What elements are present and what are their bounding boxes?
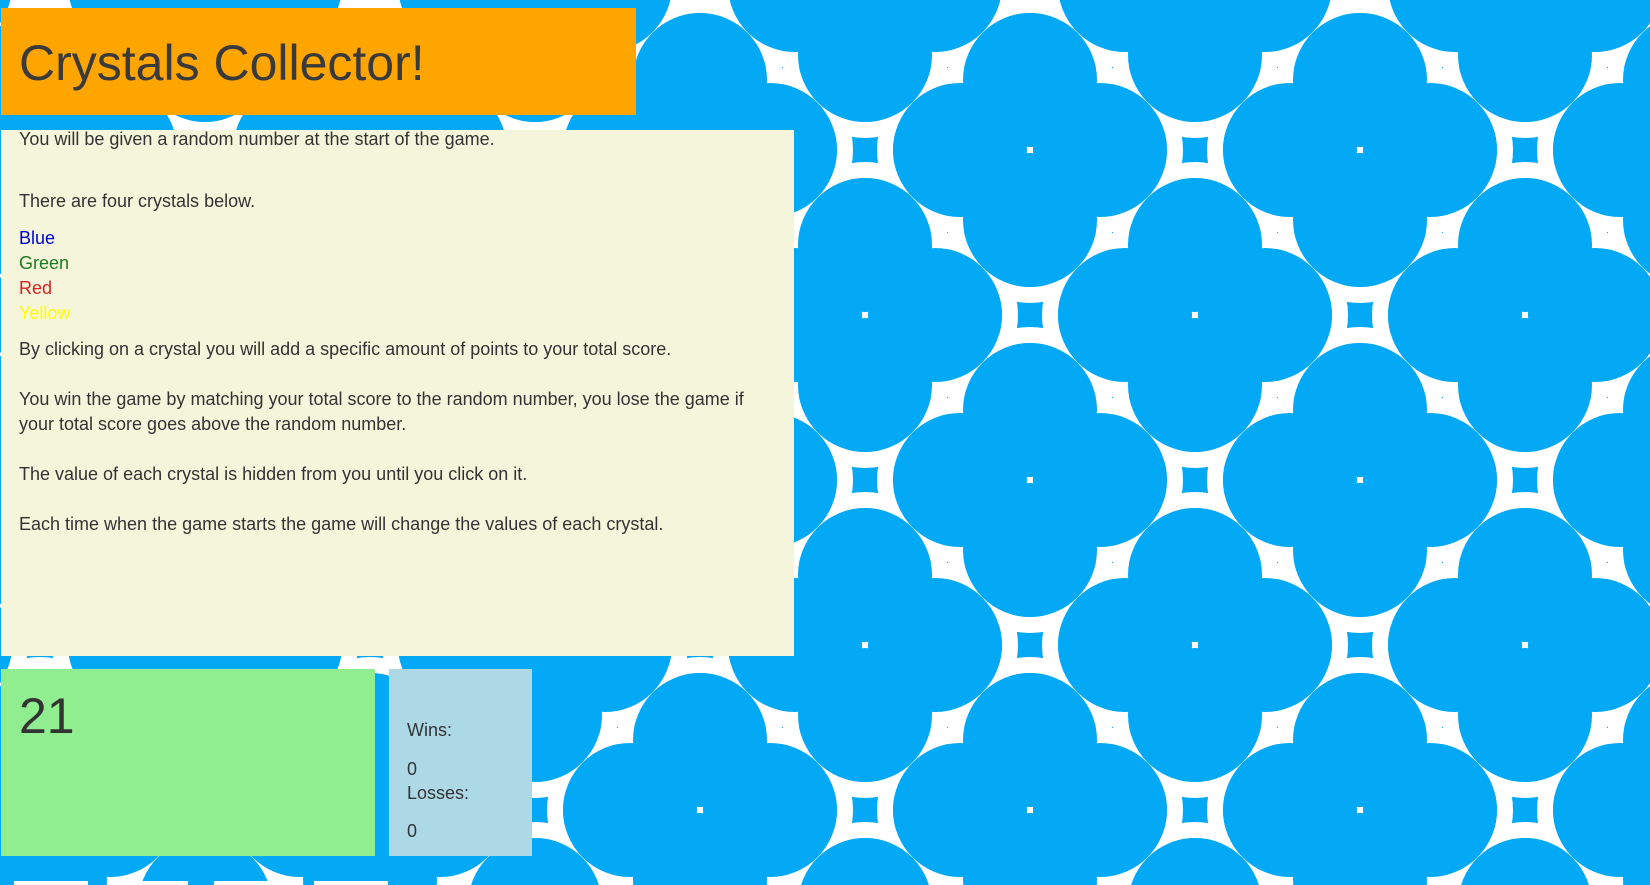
- rule-hidden-value: The value of each crystal is hidden from…: [19, 464, 528, 484]
- wins-value: 0: [407, 759, 418, 779]
- instructions-intro: You will be given a random number at the…: [19, 129, 495, 149]
- wins-label: Wins:: [407, 720, 452, 740]
- crystal-button-3[interactable]: [214, 881, 288, 885]
- target-number: 21: [19, 688, 75, 744]
- crystal-button-1[interactable]: [14, 881, 88, 885]
- crystal-color-list: Blue Green Red Yellow: [19, 226, 776, 326]
- instructions-panel: You will be given a random number at the…: [1, 129, 794, 656]
- crystal-button-4[interactable]: [314, 881, 388, 885]
- game-title: Crystals Collector!: [19, 35, 425, 91]
- instructions-four-crystals: There are four crystals below.: [19, 191, 256, 211]
- color-green-label: Green: [19, 253, 70, 273]
- target-number-box: 21: [1, 669, 375, 856]
- title-banner: Crystals Collector!: [1, 8, 636, 115]
- color-yellow-label: Yellow: [19, 303, 71, 323]
- rule-clicking: By clicking on a crystal you will add a …: [19, 339, 672, 359]
- losses-value: 0: [407, 821, 418, 841]
- rule-new-values: Each time when the game starts the game …: [19, 514, 664, 534]
- losses-label: Losses:: [407, 783, 470, 803]
- scoreboard: Wins: 0 Losses: 0: [389, 669, 532, 856]
- crystal-button-2[interactable]: [114, 881, 188, 885]
- color-red-label: Red: [19, 278, 53, 298]
- rule-win-lose: You win the game by matching your total …: [19, 389, 744, 434]
- color-blue-label: Blue: [19, 228, 56, 248]
